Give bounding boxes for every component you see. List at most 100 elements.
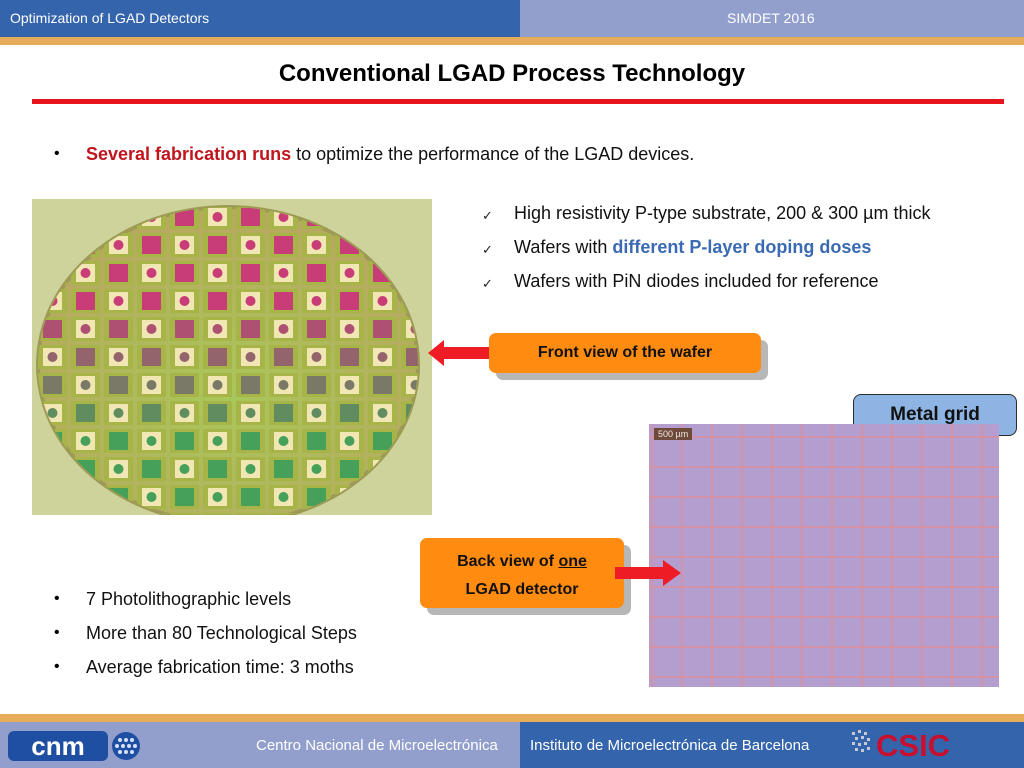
bullet-icon: •: [54, 590, 60, 607]
wafer-pad-square: [274, 236, 293, 254]
slide-title: Conventional LGAD Process Technology: [278, 60, 746, 87]
checkmark-icon: ✓: [482, 276, 493, 291]
wafer-pad-dot: [278, 436, 289, 446]
wafer-pad-square: [307, 320, 326, 338]
wafer-pad-dot: [377, 408, 388, 418]
checkmark-icon: ✓: [482, 208, 493, 223]
wafer-pad-square: [109, 320, 128, 338]
wafer-pad-square: [175, 320, 194, 338]
footer-cnm-name: Centro Nacional de Microelectrónica: [256, 737, 498, 754]
bullet-icon: •: [54, 658, 60, 675]
wafer-pad-square: [142, 236, 161, 254]
bullet-fabrication-time: Average fabrication time: 3 moths: [86, 657, 354, 677]
checkmark-icon: ✓: [482, 242, 493, 257]
cnm-logo: cnm: [8, 731, 140, 761]
header-accent-stripe: [0, 37, 1024, 45]
wafer-pad-dot: [212, 380, 223, 390]
csic-logo-text: CSIC: [876, 728, 950, 763]
wafer-pad-dot: [80, 436, 91, 446]
wafer-pad-dot: [311, 408, 322, 418]
scale-bar-label: 500 µm: [654, 428, 693, 440]
wafer-pad-square: [241, 488, 260, 506]
checklist-prefix: Wafers with: [514, 237, 613, 257]
footer-accent-stripe: [0, 714, 1024, 722]
wafer-pad-square: [142, 404, 161, 422]
wafer-pad-dot: [245, 352, 256, 362]
wafer-pad-square: [340, 348, 359, 366]
wafer-pad-dot: [212, 268, 223, 278]
wafer-pad-dot: [80, 324, 91, 334]
wafer-pad-dot: [113, 296, 124, 306]
front-view-callout: Front view of the wafer: [489, 333, 761, 373]
bullet-technological-steps: More than 80 Technological Steps: [86, 623, 357, 643]
wafer-pad-dot: [311, 296, 322, 306]
wafer-pad-dot: [245, 408, 256, 418]
wafer-pad-dot: [146, 380, 157, 390]
bullet-icon: •: [54, 145, 60, 162]
wafer-pad-dot: [179, 240, 190, 250]
wafer-pad-square: [208, 236, 227, 254]
wafer-pad-square: [373, 320, 392, 338]
wafer-pad-square: [142, 348, 161, 366]
wafer-pad-square: [307, 432, 326, 450]
wafer-pad-square: [142, 460, 161, 478]
wafer-pad-square: [274, 292, 293, 310]
back-view-line2: LGAD detector: [465, 581, 579, 598]
wafer-pad-dot: [113, 240, 124, 250]
wafer-pad-dot: [212, 436, 223, 446]
wafer-pad-square: [307, 376, 326, 394]
wafer-pad-square: [241, 264, 260, 282]
wafer-pad-square: [175, 488, 194, 506]
checklist-item-substrate: High resistivity P-type substrate, 200 &…: [514, 203, 931, 223]
wafer-pad-square: [340, 292, 359, 310]
wafer-pad-square: [109, 376, 128, 394]
wafer-pad-square: [76, 348, 95, 366]
wafer-pad-dot: [113, 352, 124, 362]
wafer-front-photo: [32, 199, 432, 515]
wafer-pad-square: [373, 376, 392, 394]
wafer-pad-dot: [377, 352, 388, 362]
wafer-pad-dot: [311, 240, 322, 250]
wafer-pad-square: [208, 348, 227, 366]
bullet-icon: •: [54, 624, 60, 641]
grid-illustration: [649, 424, 999, 687]
wafer-pad-square: [109, 432, 128, 450]
intro-bullet: Several fabrication runs to optimize the…: [86, 144, 694, 165]
wafer-pad-dot: [47, 408, 58, 418]
wafer-pad-dot: [47, 352, 58, 362]
wafer-pad-dot: [377, 296, 388, 306]
wafer-pad-dot: [179, 296, 190, 306]
header-title: Optimization of LGAD Detectors: [10, 10, 210, 26]
back-view-line1: Back view of one: [420, 548, 624, 576]
footer-imb-name: Instituto de Microelectrónica de Barcelo…: [530, 737, 810, 754]
wafer-pad-square: [76, 404, 95, 422]
wafer-pad-dot: [80, 380, 91, 390]
csic-logo: CSIC: [852, 728, 950, 763]
checklist-item-doping: Wafers with different P-layer doping dos…: [514, 237, 871, 258]
wafer-pad-square: [274, 348, 293, 366]
wafer-pad-square: [142, 292, 161, 310]
wafer-pad-dot: [179, 352, 190, 362]
wafer-pad-dot: [344, 436, 355, 446]
checklist-item-pin: Wafers with PiN diodes included for refe…: [514, 271, 879, 291]
wafer-pad-square: [340, 460, 359, 478]
wafer-pad-square: [241, 320, 260, 338]
wafer-pad-square: [241, 376, 260, 394]
wafer-pad-square: [208, 404, 227, 422]
arrow-right-icon: [615, 560, 681, 586]
wafer-pad-square: [208, 292, 227, 310]
wafer-pad-dot: [344, 324, 355, 334]
wafer-illustration: [32, 199, 432, 515]
wafer-pad-dot: [80, 268, 91, 278]
wafer-pad-dot: [179, 464, 190, 474]
wafer-die: [170, 513, 199, 515]
wafer-pad-square: [241, 432, 260, 450]
conference-name: SIMDET 2016: [727, 10, 815, 26]
intro-highlight: Several fabrication runs: [86, 144, 292, 164]
wafer-pad-square: [208, 460, 227, 478]
wafer-pad-dot: [344, 380, 355, 390]
wafer-pad-dot: [146, 268, 157, 278]
wafer-pad-dot: [245, 464, 256, 474]
metal-grid-micrograph: 500 µm: [649, 424, 999, 687]
wafer-pad-square: [274, 404, 293, 422]
